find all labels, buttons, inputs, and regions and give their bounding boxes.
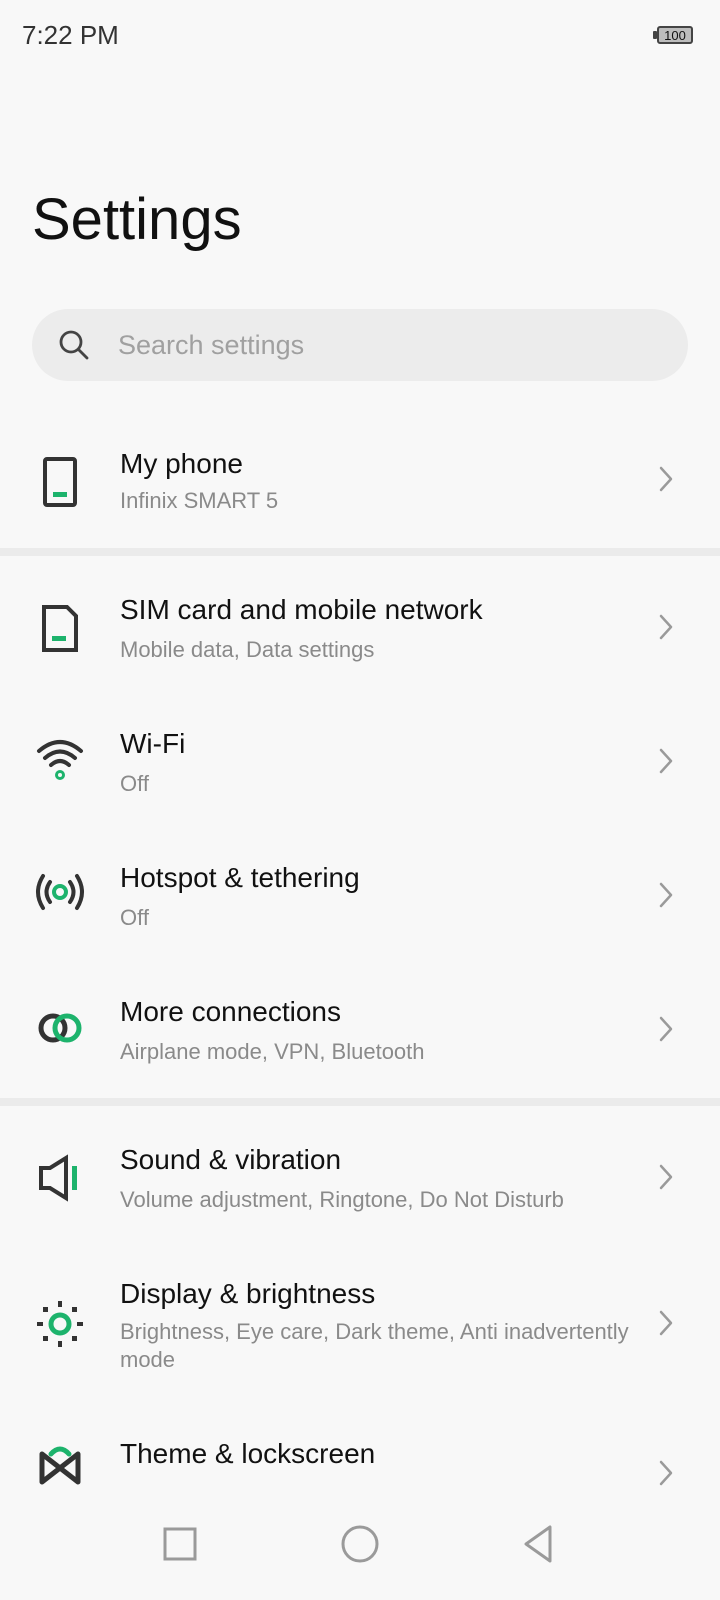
status-bar: 7:22 PM 100	[0, 0, 720, 76]
status-time: 7:22 PM	[22, 20, 119, 50]
item-subtitle: Off	[120, 771, 149, 796]
chevron-right-icon	[659, 1460, 673, 1486]
item-title: More connections	[120, 996, 342, 1027]
item-subtitle: Mobile data, Data settings	[120, 637, 375, 662]
search-icon	[59, 330, 89, 360]
settings-item-sim-card[interactable]: SIM card and mobile network Mobile data,…	[0, 556, 720, 690]
chevron-right-icon	[659, 1310, 673, 1336]
settings-item-display[interactable]: Display & brightness Brightness, Eye car…	[0, 1240, 720, 1400]
item-subtitle: Off	[120, 905, 149, 930]
link-icon	[38, 1013, 82, 1043]
item-subtitle: Airplane mode, VPN, Bluetooth	[120, 1039, 425, 1064]
item-title: SIM card and mobile network	[120, 594, 483, 625]
search-bar[interactable]	[32, 309, 688, 381]
section-divider	[0, 1098, 720, 1106]
battery-level: 100	[664, 28, 686, 43]
settings-item-my-phone[interactable]: My phone Infinix SMART 5	[0, 410, 720, 548]
navigation-bar	[0, 1490, 720, 1600]
recents-icon[interactable]	[154, 1518, 206, 1570]
home-icon[interactable]	[334, 1518, 386, 1570]
chevron-right-icon	[659, 1016, 673, 1042]
hotspot-icon	[36, 874, 84, 910]
brightness-icon	[37, 1301, 83, 1347]
item-subtitle: Brightness, Eye care, Dark theme, Anti i…	[120, 1319, 629, 1372]
battery-icon: 100	[653, 26, 695, 46]
settings-item-hotspot[interactable]: Hotspot & tethering Off	[0, 824, 720, 958]
sim-card-icon	[42, 605, 78, 652]
page-title: Settings	[32, 187, 242, 252]
chevron-right-icon	[659, 1164, 673, 1190]
item-title: Hotspot & tethering	[120, 862, 360, 893]
chevron-right-icon	[659, 882, 673, 908]
chevron-right-icon	[659, 614, 673, 640]
settings-item-more-connections[interactable]: More connections Airplane mode, VPN, Blu…	[0, 958, 720, 1098]
item-subtitle: Volume adjustment, Ringtone, Do Not Dist…	[120, 1187, 564, 1212]
section-divider	[0, 548, 720, 556]
item-title: Display & brightness	[120, 1278, 376, 1309]
chevron-right-icon	[659, 748, 673, 774]
item-title: Wi-Fi	[120, 728, 186, 759]
back-icon[interactable]	[514, 1518, 566, 1570]
settings-item-wifi[interactable]: Wi-Fi Off	[0, 690, 720, 824]
item-title: Theme & lockscreen	[120, 1438, 376, 1469]
speaker-icon	[39, 1154, 77, 1202]
settings-item-sound[interactable]: Sound & vibration Volume adjustment, Rin…	[0, 1106, 720, 1240]
item-subtitle: Infinix SMART 5	[120, 488, 279, 513]
search-input[interactable]	[118, 309, 658, 381]
phone-icon	[43, 457, 77, 507]
item-title: My phone	[120, 448, 243, 479]
settings-item-theme[interactable]: Theme & lockscreen	[0, 1400, 720, 1490]
item-title: Sound & vibration	[120, 1144, 342, 1175]
wifi-icon	[37, 740, 83, 780]
theme-icon	[39, 1446, 81, 1485]
chevron-right-icon	[659, 466, 673, 492]
